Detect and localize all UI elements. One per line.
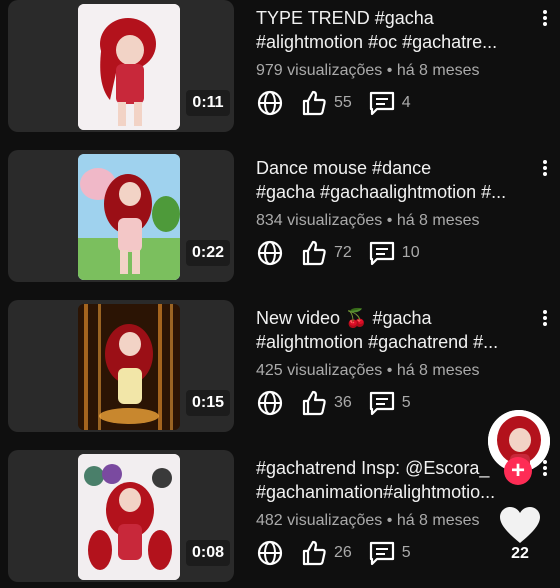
comment-icon bbox=[369, 241, 394, 266]
visibility-public[interactable] bbox=[256, 239, 284, 267]
thumbs-up-icon bbox=[302, 540, 326, 566]
comment-icon bbox=[369, 391, 394, 416]
like-count: 55 bbox=[334, 94, 352, 111]
view-count: 425 visualizações bbox=[256, 362, 383, 379]
title-line-2: #gacha #gachaalightmotion #... bbox=[256, 182, 507, 202]
video-meta: 425 visualizações • há 8 meses bbox=[256, 362, 480, 380]
view-count: 979 visualizações bbox=[256, 62, 383, 79]
title-line-1: TYPE TREND #gacha bbox=[256, 8, 434, 28]
video-thumbnail[interactable] bbox=[78, 154, 180, 280]
video-actions: 72 10 bbox=[256, 238, 436, 268]
globe-icon bbox=[257, 390, 283, 416]
comments-button[interactable]: 4 bbox=[368, 89, 411, 117]
visibility-public[interactable] bbox=[256, 539, 284, 567]
duration-badge: 0:15 bbox=[186, 390, 230, 416]
thumbs-up-icon bbox=[302, 240, 326, 266]
title-line-2: #alightmotion #oc #gachatre... bbox=[256, 32, 498, 52]
upload-age: há 8 meses bbox=[396, 512, 480, 529]
video-row[interactable]: 0:08 #gachatrend Insp: @Escora_ #gachani… bbox=[0, 450, 560, 588]
video-row[interactable]: 0:22 Dance mouse #dance #gacha #gachaali… bbox=[0, 150, 560, 288]
video-title[interactable]: #gachatrend Insp: @Escora_ #gachanimatio… bbox=[256, 456, 536, 504]
thumbnail-card[interactable]: 0:08 bbox=[8, 450, 234, 582]
title-line-2: #gachanimation#alightmotio... bbox=[256, 482, 496, 502]
comments-button[interactable]: 10 bbox=[368, 239, 420, 267]
duration-badge: 0:08 bbox=[186, 540, 230, 566]
upload-age: há 8 meses bbox=[396, 62, 480, 79]
comment-icon bbox=[369, 541, 394, 566]
heart-like-count: 22 bbox=[511, 545, 529, 562]
thumbnail-card[interactable]: 0:11 bbox=[8, 0, 234, 132]
video-title[interactable]: TYPE TREND #gacha #alightmotion #oc #gac… bbox=[256, 6, 536, 54]
comment-count: 4 bbox=[401, 94, 411, 111]
visibility-public[interactable] bbox=[256, 389, 284, 417]
video-actions: 26 5 bbox=[256, 538, 427, 568]
comment-icon bbox=[369, 91, 394, 116]
title-line-1: New video 🍒 #gacha bbox=[256, 308, 432, 328]
video-row[interactable]: 0:15 New video 🍒 #gacha #alightmotion #g… bbox=[0, 300, 560, 438]
comment-count: 5 bbox=[401, 544, 411, 561]
view-count: 482 visualizações bbox=[256, 512, 383, 529]
comments-button[interactable]: 5 bbox=[368, 389, 411, 417]
thumbnail-card[interactable]: 0:22 bbox=[8, 150, 234, 282]
video-thumbnail[interactable] bbox=[78, 4, 180, 130]
globe-icon bbox=[257, 240, 283, 266]
follow-plus-button[interactable]: + bbox=[504, 457, 532, 485]
video-title[interactable]: New video 🍒 #gacha #alightmotion #gachat… bbox=[256, 306, 536, 354]
globe-icon bbox=[257, 540, 283, 566]
duration-badge: 0:11 bbox=[186, 90, 230, 116]
meta-separator: • bbox=[386, 62, 393, 79]
like-count: 36 bbox=[334, 394, 352, 411]
comment-count: 10 bbox=[401, 244, 420, 261]
meta-separator: • bbox=[386, 212, 393, 229]
visibility-public[interactable] bbox=[256, 89, 284, 117]
like-button[interactable]: 55 bbox=[300, 89, 352, 117]
like-count: 26 bbox=[334, 544, 352, 561]
upload-age: há 8 meses bbox=[396, 362, 480, 379]
video-meta: 482 visualizações • há 8 meses bbox=[256, 512, 480, 530]
like-button[interactable]: 36 bbox=[300, 389, 352, 417]
like-button[interactable]: 26 bbox=[300, 539, 352, 567]
more-options-icon[interactable] bbox=[538, 8, 552, 30]
meta-separator: • bbox=[386, 362, 393, 379]
comment-count: 5 bbox=[401, 394, 411, 411]
duration-badge: 0:22 bbox=[186, 240, 230, 266]
thumbs-up-icon bbox=[302, 90, 326, 116]
title-line-1: Dance mouse #dance bbox=[256, 158, 432, 178]
like-count: 72 bbox=[334, 244, 352, 261]
video-title[interactable]: Dance mouse #dance #gacha #gachaalightmo… bbox=[256, 156, 536, 204]
video-thumbnail[interactable] bbox=[78, 454, 180, 580]
globe-icon bbox=[257, 90, 283, 116]
video-meta: 979 visualizações • há 8 meses bbox=[256, 62, 480, 80]
more-options-icon[interactable] bbox=[538, 158, 552, 180]
title-line-2: #alightmotion #gachatrend #... bbox=[256, 332, 499, 352]
heart-icon[interactable] bbox=[498, 505, 542, 545]
thumbnail-card[interactable]: 0:15 bbox=[8, 300, 234, 432]
meta-separator: • bbox=[386, 512, 393, 529]
more-options-icon[interactable] bbox=[538, 308, 552, 330]
video-actions: 36 5 bbox=[256, 388, 427, 418]
video-actions: 55 4 bbox=[256, 88, 427, 118]
upload-age: há 8 meses bbox=[396, 212, 480, 229]
view-count: 834 visualizações bbox=[256, 212, 383, 229]
video-row[interactable]: 0:11 TYPE TREND #gacha #alightmotion #oc… bbox=[0, 0, 560, 138]
video-meta: 834 visualizações • há 8 meses bbox=[256, 212, 480, 230]
comments-button[interactable]: 5 bbox=[368, 539, 411, 567]
like-button[interactable]: 72 bbox=[300, 239, 352, 267]
video-thumbnail[interactable] bbox=[78, 304, 180, 430]
thumbs-up-icon bbox=[302, 390, 326, 416]
